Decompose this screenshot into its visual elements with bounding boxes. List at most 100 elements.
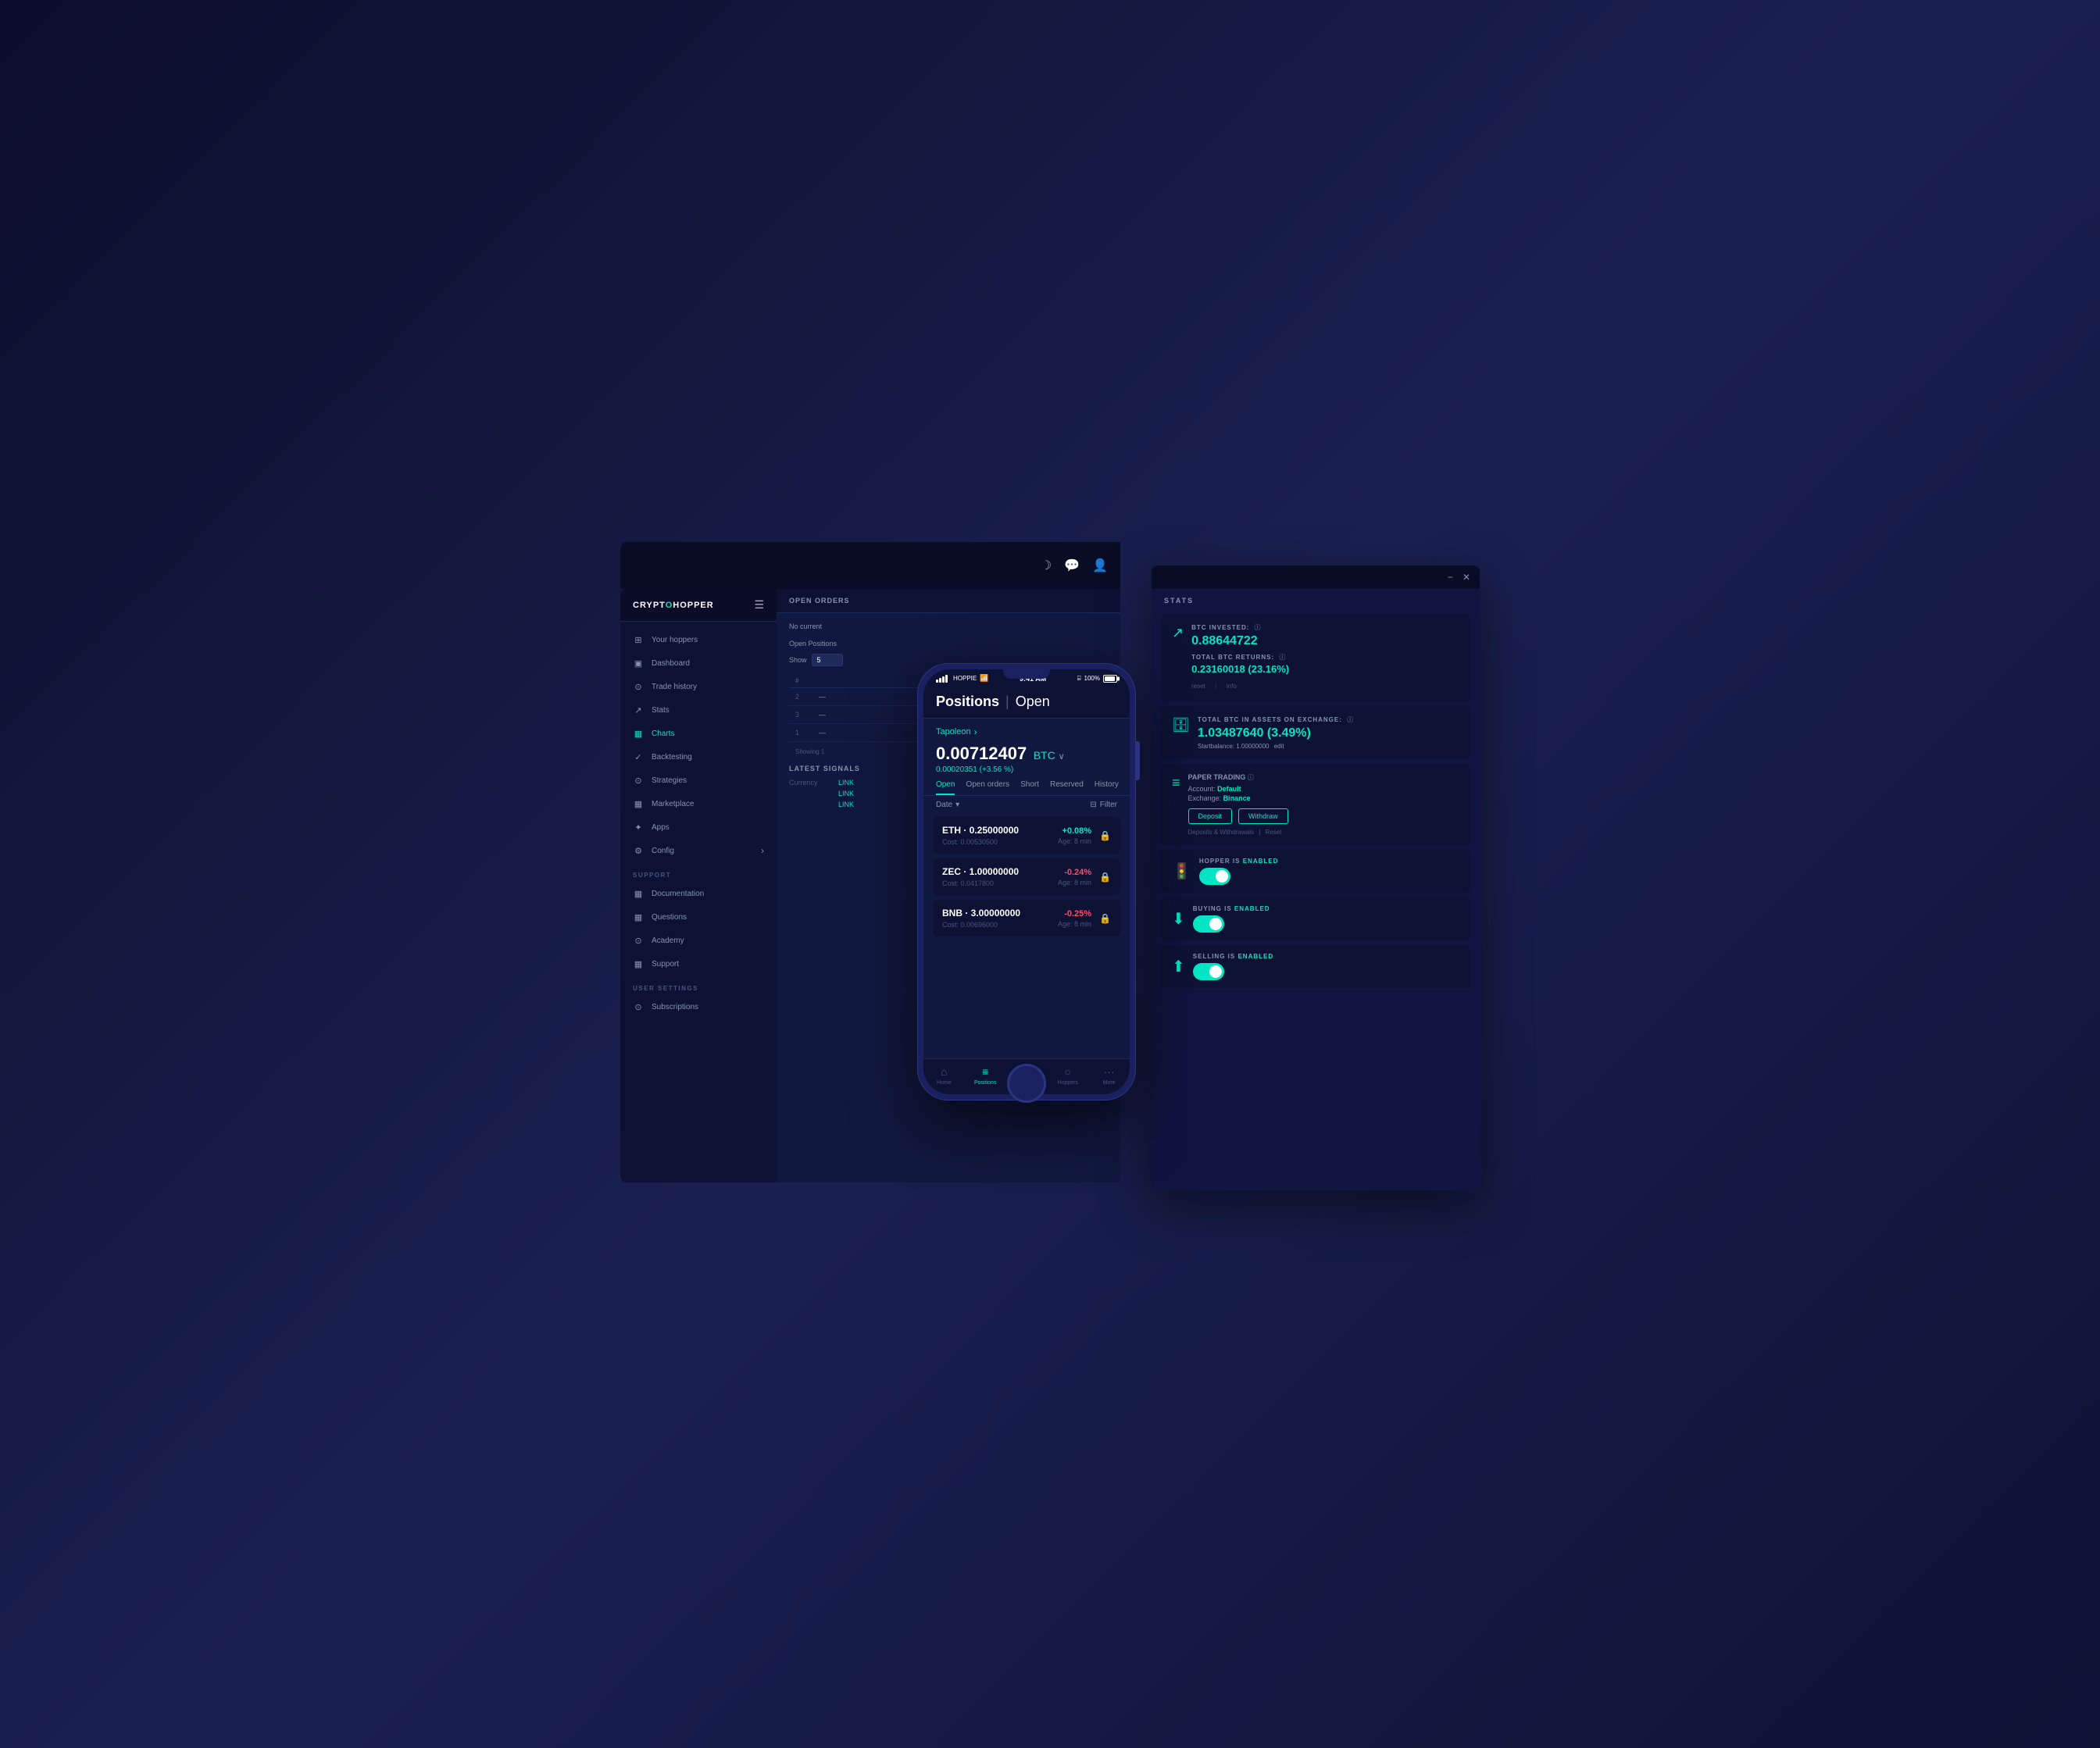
dashboard-icon: ▣: [633, 658, 644, 669]
paper-trading-card: ≡ PAPER TRADING ⓘ Account: Default Excha…: [1161, 764, 1470, 845]
phone-notch: [1003, 669, 1050, 679]
phone-tabs: Open Open orders Short Reserved History: [923, 774, 1130, 796]
phone-btc-change: 0.00020351 (+3.56 %): [936, 765, 1117, 774]
traffic-light-icon: 🚦: [1172, 862, 1191, 881]
phone-btc-value: 0.00712407 BTC ∨ 0.00020351 (+3.56 %): [923, 740, 1130, 774]
phone-bot-name: Tapoleon ›: [923, 719, 1130, 740]
position-change-zec: -0.24%: [1058, 868, 1091, 877]
sidebar-nav: ⊞ Your hoppers ▣ Dashboard ⊙ Trade histo…: [620, 622, 777, 1025]
sidebar-header: CRYPTOHOPPER ☰: [620, 589, 777, 622]
phone-nav-more[interactable]: ··· More: [1088, 1065, 1130, 1086]
phone-nav-positions[interactable]: ≡ Positions: [965, 1065, 1006, 1086]
tab-reserved[interactable]: Reserved: [1050, 780, 1084, 795]
sidebar-item-questions[interactable]: ▦ Questions: [620, 905, 777, 929]
info-link[interactable]: info: [1227, 683, 1237, 690]
tab-open[interactable]: Open: [936, 780, 955, 795]
hopper-toggle-card: 🚦 HOPPER IS ENABLED: [1161, 850, 1470, 893]
position-coin-eth: ETH · 0.25000000: [942, 825, 1058, 836]
btc-assets-card: 🗄 TOTAL BTC IN ASSETS ON EXCHANGE: ⓘ 1.0…: [1161, 706, 1470, 759]
download-icon: ⬇: [1172, 909, 1185, 929]
btc-invested-card: ↗ BTC INVESTED: ⓘ 0.88644722 TOTAL BTC R…: [1161, 614, 1470, 701]
position-coin-zec: ZEC · 1.00000000: [942, 866, 1058, 877]
chat-icon[interactable]: 💬: [1064, 558, 1080, 573]
user-icon[interactable]: 👤: [1092, 558, 1108, 573]
position-cost-bnb: Cost: 0.00696000: [942, 921, 1058, 929]
phone-page-title: Positions: [936, 694, 999, 710]
filter-icon: ⊟: [1090, 801, 1096, 809]
sidebar-item-strategies[interactable]: ⊙ Strategies: [620, 769, 777, 792]
start-balance: Startbalance: 1.00000000 edit: [1198, 743, 1459, 750]
user-settings-section-label: USER SETTINGS: [620, 976, 777, 995]
stats-panel: − ✕ STATS ↗ BTC INVESTED: ⓘ 0.88644722 T…: [1152, 565, 1480, 1190]
phone-nav-hoppers[interactable]: ○ Hoppers: [1047, 1065, 1088, 1086]
sidebar-item-marketplace[interactable]: ▦ Marketplace: [620, 792, 777, 815]
deposits-withdrawals-link[interactable]: Deposits & Withdrawals: [1188, 829, 1254, 836]
sort-control[interactable]: Date ▾: [936, 801, 959, 809]
sidebar-item-documentation[interactable]: ▦ Documentation: [620, 882, 777, 905]
documentation-icon: ▦: [633, 888, 644, 899]
selling-toggle-switch[interactable]: [1193, 963, 1224, 980]
deposit-button[interactable]: Deposit: [1188, 808, 1233, 824]
total-btc-returns-value: 0.23160018 (23.16%): [1191, 663, 1459, 675]
phone-nav-home[interactable]: ⌂ Home: [923, 1065, 965, 1086]
carrier: HOPPIE 📶: [936, 674, 988, 683]
buying-toggle-switch[interactable]: [1193, 915, 1224, 933]
lock-icon-zec: 🔒: [1099, 872, 1111, 883]
position-age-eth: Age: 8 min: [1058, 837, 1091, 845]
sidebar-item-backtesting[interactable]: ✓ Backtesting: [620, 745, 777, 769]
tab-history[interactable]: History: [1095, 780, 1119, 795]
reset-link-2[interactable]: Reset: [1266, 829, 1282, 836]
btc-assets-label: TOTAL BTC IN ASSETS ON EXCHANGE: ⓘ: [1198, 715, 1459, 724]
support-icon: ▦: [633, 958, 644, 969]
position-card-eth: ETH · 0.25000000 Cost: 0.00530500 +0.08%…: [933, 817, 1120, 854]
close-icon[interactable]: ✕: [1462, 572, 1470, 583]
trending-up-icon: ↗: [1172, 625, 1184, 641]
sidebar-item-your-hoppers[interactable]: ⊞ Your hoppers: [620, 628, 777, 651]
position-coin-bnb: BNB · 3.00000000: [942, 908, 1058, 919]
withdraw-button[interactable]: Withdraw: [1238, 808, 1288, 824]
charts-icon: ▦: [633, 728, 644, 739]
filter-button[interactable]: ⊟ Filter: [1090, 801, 1117, 809]
paper-exchange: Exchange: Binance: [1188, 794, 1459, 802]
sidebar-item-dashboard[interactable]: ▣ Dashboard: [620, 651, 777, 675]
position-age-zec: Age: 8 min: [1058, 879, 1091, 886]
open-positions-label: Open Positions: [789, 640, 1108, 647]
stats-icon: ↗: [633, 705, 644, 715]
positions-icon: ≡: [982, 1065, 988, 1078]
info-icon: ⓘ: [1255, 624, 1262, 631]
sidebar-item-config[interactable]: ⚙ Config: [620, 839, 777, 862]
position-card-bnb: BNB · 3.00000000 Cost: 0.00696000 -0.25%…: [933, 900, 1120, 936]
sidebar-item-academy[interactable]: ⊙ Academy: [620, 929, 777, 952]
show-input[interactable]: [812, 654, 843, 666]
sidebar-item-support[interactable]: ▦ Support: [620, 952, 777, 976]
reset-link[interactable]: reset: [1191, 683, 1205, 690]
config-icon: ⚙: [633, 845, 644, 856]
edit-link[interactable]: edit: [1274, 743, 1284, 750]
moon-icon[interactable]: ☽: [1041, 558, 1052, 573]
sidebar-item-trade-history[interactable]: ⊙ Trade history: [620, 675, 777, 698]
phone-home-button[interactable]: [1007, 1064, 1046, 1103]
btc-invested-label: BTC INVESTED: ⓘ: [1191, 623, 1459, 632]
hoppers-icon: ○: [1065, 1065, 1071, 1078]
sidebar-item-subscriptions[interactable]: ⊙ Subscriptions: [620, 995, 777, 1018]
tab-open-orders[interactable]: Open orders: [966, 780, 1009, 795]
hamburger-icon[interactable]: ☰: [754, 598, 764, 612]
phone-filter-bar: Date ▾ ⊟ Filter: [923, 796, 1130, 814]
more-icon: ···: [1104, 1065, 1115, 1078]
marketplace-icon: ▦: [633, 798, 644, 809]
chevron-right-icon: ›: [974, 726, 977, 737]
main-section-header: OPEN ORDERS: [777, 589, 1120, 613]
logo: CRYPTOHOPPER: [633, 601, 714, 610]
tab-short[interactable]: Short: [1020, 780, 1039, 795]
sidebar-item-apps[interactable]: ✦ Apps: [620, 815, 777, 839]
lock-icon-bnb: 🔒: [1099, 913, 1111, 924]
phone-screen: HOPPIE 📶 9:41 AM ⌸ 100% Positions | Open: [923, 669, 1130, 1094]
sidebar-item-charts[interactable]: ▦ Charts: [620, 722, 777, 745]
sidebar-item-stats[interactable]: ↗ Stats: [620, 698, 777, 722]
buying-toggle-label: BUYING IS ENABLED: [1193, 905, 1459, 912]
selling-toggle-label: SELLING IS ENABLED: [1193, 953, 1459, 960]
minimize-icon[interactable]: −: [1448, 572, 1453, 583]
lock-icon-eth: 🔒: [1099, 830, 1111, 841]
hopper-toggle-switch[interactable]: [1199, 868, 1230, 885]
chevron-down-icon: ▾: [955, 801, 959, 809]
